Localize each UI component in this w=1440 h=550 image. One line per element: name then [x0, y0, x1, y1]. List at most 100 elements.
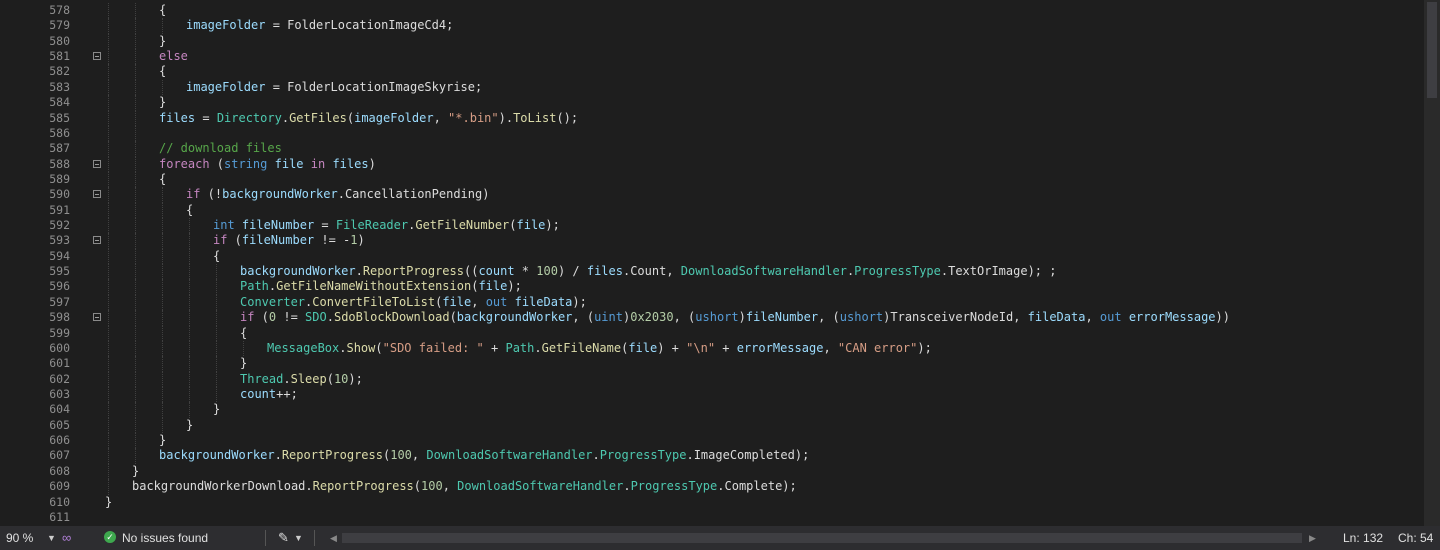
code-token: !=: [276, 310, 306, 325]
code-text: {: [240, 326, 247, 341]
code-line[interactable]: 582 {: [0, 64, 1440, 80]
line-number: 589: [49, 171, 70, 186]
visual-studio-icon[interactable]: ∞: [62, 526, 71, 550]
chevron-down-icon[interactable]: ▼: [47, 526, 56, 550]
code-token: 100: [390, 448, 412, 463]
code-text: backgroundWorkerDownload.ReportProgress(…: [132, 479, 797, 494]
code-line[interactable]: 598 if (0 != SDO.SdoBlockDownload(backgro…: [0, 310, 1440, 326]
code-token: Directory: [216, 110, 282, 125]
code-line[interactable]: 581 else: [0, 49, 1440, 65]
line-number: 590: [49, 187, 70, 202]
code-token: , (: [818, 310, 840, 325]
separator: [314, 530, 315, 546]
code-token: ReportProgress: [312, 479, 414, 494]
code-line[interactable]: 587 // download files: [0, 141, 1440, 157]
indent-guide: [108, 233, 109, 249]
vertical-scrollbar[interactable]: [1424, 0, 1440, 526]
code-text: if (0 != SDO.SdoBlockDownload(background…: [240, 310, 1230, 325]
code-token: }: [159, 33, 167, 48]
code-line[interactable]: 609 backgroundWorkerDownload.ReportProgre…: [0, 479, 1440, 495]
brush-icon[interactable]: ✎: [278, 526, 289, 550]
line-number: 578: [49, 3, 70, 17]
code-token: backgroundWorkerDownload.: [132, 479, 313, 494]
code-line[interactable]: 597 Converter.ConvertFileToList(file, out…: [0, 294, 1440, 311]
code-line[interactable]: 580}: [0, 33, 1440, 50]
code-token: Show: [346, 340, 376, 355]
indent-guide: [108, 294, 109, 311]
code-line[interactable]: 606}: [0, 433, 1440, 449]
collapse-icon[interactable]: [93, 190, 101, 199]
code-token: 100: [421, 479, 443, 494]
issues-status[interactable]: No issues found: [122, 526, 208, 550]
code-token: ,: [471, 294, 486, 309]
code-line[interactable]: 601}: [0, 356, 1440, 372]
code-line[interactable]: 579 imageFolder = FolderLocationImageCd4;: [0, 18, 1440, 34]
indent-guide: [135, 218, 136, 234]
code-line[interactable]: 605}: [0, 417, 1440, 434]
collapse-icon[interactable]: [93, 52, 101, 61]
code-line[interactable]: 603 count++;: [0, 386, 1440, 403]
code-line[interactable]: 592 int fileNumber = FileReader.GetFileNu…: [0, 218, 1440, 234]
code-line[interactable]: 610}: [0, 495, 1440, 510]
arrow-left-icon[interactable]: ◀: [330, 526, 337, 550]
code-line[interactable]: 607 backgroundWorker.ReportProgress(100, …: [0, 448, 1440, 464]
code-line[interactable]: 583 imageFolder = FolderLocationImageSkyr…: [0, 79, 1440, 96]
line-number: 594: [49, 248, 70, 263]
code-token: Converter: [240, 294, 306, 309]
code-token: .ImageCompleted);: [686, 448, 810, 463]
code-token: +: [715, 340, 737, 355]
code-line[interactable]: 608}: [0, 463, 1440, 480]
indent-guide: [189, 233, 190, 249]
code-line[interactable]: 593 if (fileNumber != -1): [0, 233, 1440, 249]
collapse-icon[interactable]: [93, 313, 101, 322]
collapse-icon[interactable]: [93, 159, 101, 168]
code-editor[interactable]: 578 {579 imageFolder = FolderLocationImage…: [0, 0, 1440, 526]
code-token: {: [213, 248, 221, 263]
code-token: =: [195, 110, 217, 125]
code-line[interactable]: 589 {: [0, 171, 1440, 188]
code-token: file: [274, 156, 304, 171]
code-token: Path: [505, 340, 535, 355]
code-line[interactable]: 602 Thread.Sleep(10);: [0, 371, 1440, 387]
code-token: (: [375, 340, 383, 355]
code-text: }: [132, 464, 139, 479]
chevron-down-icon[interactable]: ▼: [294, 526, 303, 550]
line-number: 605: [49, 417, 70, 432]
code-line[interactable]: 599 {: [0, 325, 1440, 341]
collapse-icon[interactable]: [93, 236, 101, 245]
code-line[interactable]: 594 {: [0, 248, 1440, 265]
horizontal-scrollbar[interactable]: [342, 533, 1302, 543]
code-line[interactable]: 586: [0, 125, 1440, 142]
code-line[interactable]: 596 Path.GetFileNameWithoutExtension(file…: [0, 279, 1440, 295]
code-line[interactable]: 588 foreach (string file in files): [0, 156, 1440, 172]
code-line[interactable]: 584}: [0, 95, 1440, 111]
code-line[interactable]: 611: [0, 510, 1440, 525]
code-token: );: [545, 218, 560, 233]
code-line[interactable]: 585 files = Directory.GetFiles(imageFolde…: [0, 110, 1440, 126]
indent-guide: [135, 417, 136, 434]
code-token: ,: [442, 479, 458, 494]
indent-guide: [162, 187, 163, 203]
indent-guide: [189, 402, 190, 418]
code-line[interactable]: 600 MessageBox. Show("SDO failed: " + Path…: [0, 340, 1440, 357]
vertical-scrollbar-thumb[interactable]: [1427, 2, 1437, 98]
code-token: , (: [673, 310, 696, 325]
code-line[interactable]: 591 {: [0, 202, 1440, 219]
code-text: imageFolder = FolderLocationImageCd4;: [186, 18, 453, 33]
indent-guide: [108, 340, 109, 357]
indent-guide: [162, 18, 163, 34]
zoom-level[interactable]: 90 %: [6, 526, 33, 550]
code-line[interactable]: 595 backgroundWorker.ReportProgress((coun…: [0, 264, 1440, 280]
code-text: if (!backgroundWorker.CancellationPendin…: [186, 187, 489, 202]
arrow-right-icon[interactable]: ▶: [1309, 526, 1316, 550]
code-token: .CancellationPending): [337, 187, 490, 202]
code-line[interactable]: 578 {: [0, 3, 1440, 19]
code-text: Converter.ConvertFileToList(file, out fi…: [240, 295, 587, 310]
code-line[interactable]: 590 if (!backgroundWorker.CancellationPen…: [0, 187, 1440, 203]
code-line[interactable]: 604}: [0, 402, 1440, 418]
code-token: }: [159, 433, 167, 448]
indent-guide: [108, 463, 109, 480]
code-token: 0x2030: [630, 310, 674, 325]
indent-guide: [243, 340, 244, 357]
indent-guide: [162, 402, 163, 418]
